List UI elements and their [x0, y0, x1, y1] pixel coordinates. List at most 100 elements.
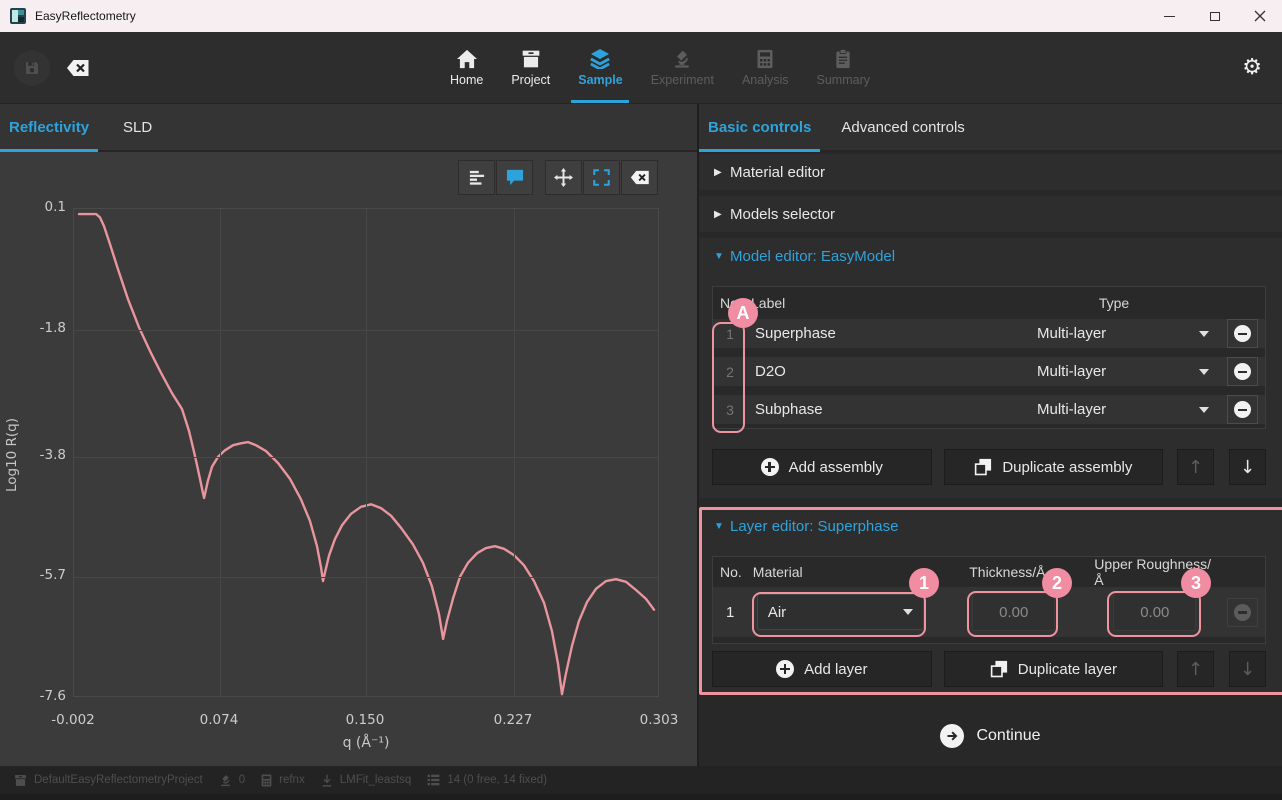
add-assembly-button[interactable]: Add assembly	[712, 449, 932, 485]
gridline-horizontal	[74, 457, 658, 458]
title-bar: EasyReflectometry	[0, 0, 1282, 32]
reset-state-button[interactable]	[60, 50, 96, 86]
maximize-icon	[1210, 12, 1220, 21]
calculator-icon	[261, 774, 272, 787]
collapsed-triangle-icon: ▶	[714, 167, 730, 178]
material-editor-header[interactable]: ▶ Material editor	[699, 154, 1282, 190]
minimize-button[interactable]	[1147, 0, 1192, 32]
tooltip-button[interactable]	[496, 160, 533, 195]
tab-basic-controls[interactable]: Basic controls	[699, 104, 820, 150]
status-experiments-text: 0	[239, 774, 245, 786]
thickness-input[interactable]	[972, 593, 1055, 631]
x-tick-label: -0.002	[51, 712, 95, 728]
status-parameters: 14 (0 free, 14 fixed)	[427, 774, 547, 786]
summary-clipboard-icon	[834, 49, 852, 69]
x-tick-label: 0.227	[494, 712, 533, 728]
remove-layer-button[interactable]	[1227, 598, 1258, 627]
traces-icon	[468, 170, 486, 186]
roughness-input[interactable]	[1113, 593, 1196, 631]
nav-item-analysis[interactable]: Analysis	[740, 32, 791, 103]
save-project-button[interactable]	[14, 50, 50, 86]
tab-sld[interactable]: SLD	[114, 104, 161, 150]
move-layer-down-button[interactable]: ↓	[1229, 651, 1266, 687]
tab-advanced-controls[interactable]: Advanced controls	[832, 104, 973, 150]
models-selector-header[interactable]: ▶ Models selector	[699, 196, 1282, 232]
reset-axes-button[interactable]	[583, 160, 620, 195]
x-tick-label: 0.074	[200, 712, 239, 728]
controls-panel: Basic controls Advanced controls ▶ Mater…	[697, 104, 1282, 766]
remove-assembly-button[interactable]	[1227, 395, 1258, 424]
status-project-text: DefaultEasyReflectometryProject	[34, 774, 203, 786]
nav-item-home[interactable]: Home	[448, 32, 485, 103]
chevron-down-icon	[1199, 407, 1209, 413]
reflectivity-curve-svg	[74, 209, 660, 698]
assembly-type-dropdown[interactable]: Multi-layer	[1009, 363, 1219, 380]
remove-assembly-button[interactable]	[1227, 357, 1258, 386]
continue-button[interactable]: Continue	[940, 716, 1040, 756]
circle-plus-icon	[761, 458, 779, 476]
duplicate-layer-label: Duplicate layer	[1018, 661, 1117, 678]
layer-editor-header[interactable]: ▼ Layer editor: Superphase	[699, 508, 1282, 544]
nav-item-summary[interactable]: Summary	[815, 32, 872, 103]
controls-tabstrip: Basic controls Advanced controls	[699, 104, 1282, 152]
nav-label: Sample	[578, 73, 622, 87]
backspace-icon	[66, 59, 90, 77]
duplicate-assembly-button[interactable]: Duplicate assembly	[944, 449, 1164, 485]
nav-item-sample[interactable]: Sample	[576, 32, 624, 103]
tab-reflectivity[interactable]: Reflectivity	[0, 104, 98, 150]
assembly-buttons-row: Add assembly Duplicate assembly ↑ ↓	[712, 449, 1266, 485]
minimize-icon	[1164, 16, 1175, 17]
circle-minus-icon	[1234, 401, 1251, 418]
assembly-row[interactable]: 2 D2O Multi-layer	[713, 357, 1265, 386]
status-calculator-text: refnx	[279, 774, 305, 786]
tooltip-bubble-icon	[506, 169, 524, 186]
traces-button[interactable]	[458, 160, 495, 195]
row-number: 1	[713, 326, 747, 342]
move-assembly-up-button[interactable]: ↑	[1177, 449, 1214, 485]
assembly-label[interactable]: D2O	[747, 363, 1009, 380]
project-box-icon	[521, 49, 541, 69]
y-tick-label: -7.6	[0, 688, 66, 704]
assembly-type-value: Multi-layer	[1009, 401, 1199, 418]
material-dropdown[interactable]: Air	[757, 594, 924, 630]
assembly-label[interactable]: Superphase	[747, 325, 1009, 342]
main-toolbar: Home Project Sample	[0, 32, 1282, 104]
assembly-type-dropdown[interactable]: Multi-layer	[1009, 325, 1219, 342]
assembly-row[interactable]: 3 Subphase Multi-layer	[713, 395, 1265, 424]
plot-area[interactable]	[73, 208, 659, 697]
y-tick-label: -1.8	[0, 320, 66, 336]
add-layer-button[interactable]: Add layer	[712, 651, 932, 687]
layer-row[interactable]: 1 Air	[713, 587, 1265, 637]
assembly-label[interactable]: Subphase	[747, 401, 1009, 418]
nav-item-project[interactable]: Project	[509, 32, 552, 103]
arrow-down-icon: ↓	[1240, 659, 1255, 680]
nav-item-experiment[interactable]: Experiment	[649, 32, 716, 103]
duplicate-icon	[990, 660, 1008, 678]
arrow-right-circle-icon	[940, 724, 964, 748]
close-button[interactable]	[1237, 0, 1282, 32]
gridline-horizontal	[74, 577, 658, 578]
main-navigation: Home Project Sample	[448, 32, 872, 103]
column-header-type: Type	[1009, 295, 1219, 311]
x-axis-title: q (Å⁻¹)	[73, 735, 659, 751]
x-tick-label: 0.303	[640, 712, 679, 728]
gridline-vertical	[220, 209, 221, 696]
settings-gear-icon[interactable]: ⚙	[1242, 55, 1262, 80]
row-number: 2	[713, 364, 747, 380]
layers-table-header: No. Material Thickness/Å Upper Roughness…	[713, 557, 1265, 587]
assembly-type-dropdown[interactable]: Multi-layer	[1009, 401, 1219, 418]
gridline-vertical	[366, 209, 367, 696]
model-editor-header[interactable]: ▼ Model editor: EasyModel	[699, 238, 1282, 274]
clear-annotations-button[interactable]	[621, 160, 658, 195]
move-layer-up-button[interactable]: ↑	[1177, 651, 1214, 687]
maximize-button[interactable]	[1192, 0, 1237, 32]
home-icon	[456, 49, 478, 69]
gridline-horizontal	[74, 330, 658, 331]
duplicate-layer-button[interactable]: Duplicate layer	[944, 651, 1164, 687]
assembly-row[interactable]: 1 Superphase Multi-layer	[713, 319, 1265, 348]
remove-assembly-button[interactable]	[1227, 319, 1258, 348]
pan-button[interactable]	[545, 160, 582, 195]
layer-editor-group: ▼ Layer editor: Superphase No. Material …	[699, 508, 1282, 694]
move-assembly-down-button[interactable]: ↓	[1229, 449, 1266, 485]
material-value: Air	[758, 604, 903, 621]
